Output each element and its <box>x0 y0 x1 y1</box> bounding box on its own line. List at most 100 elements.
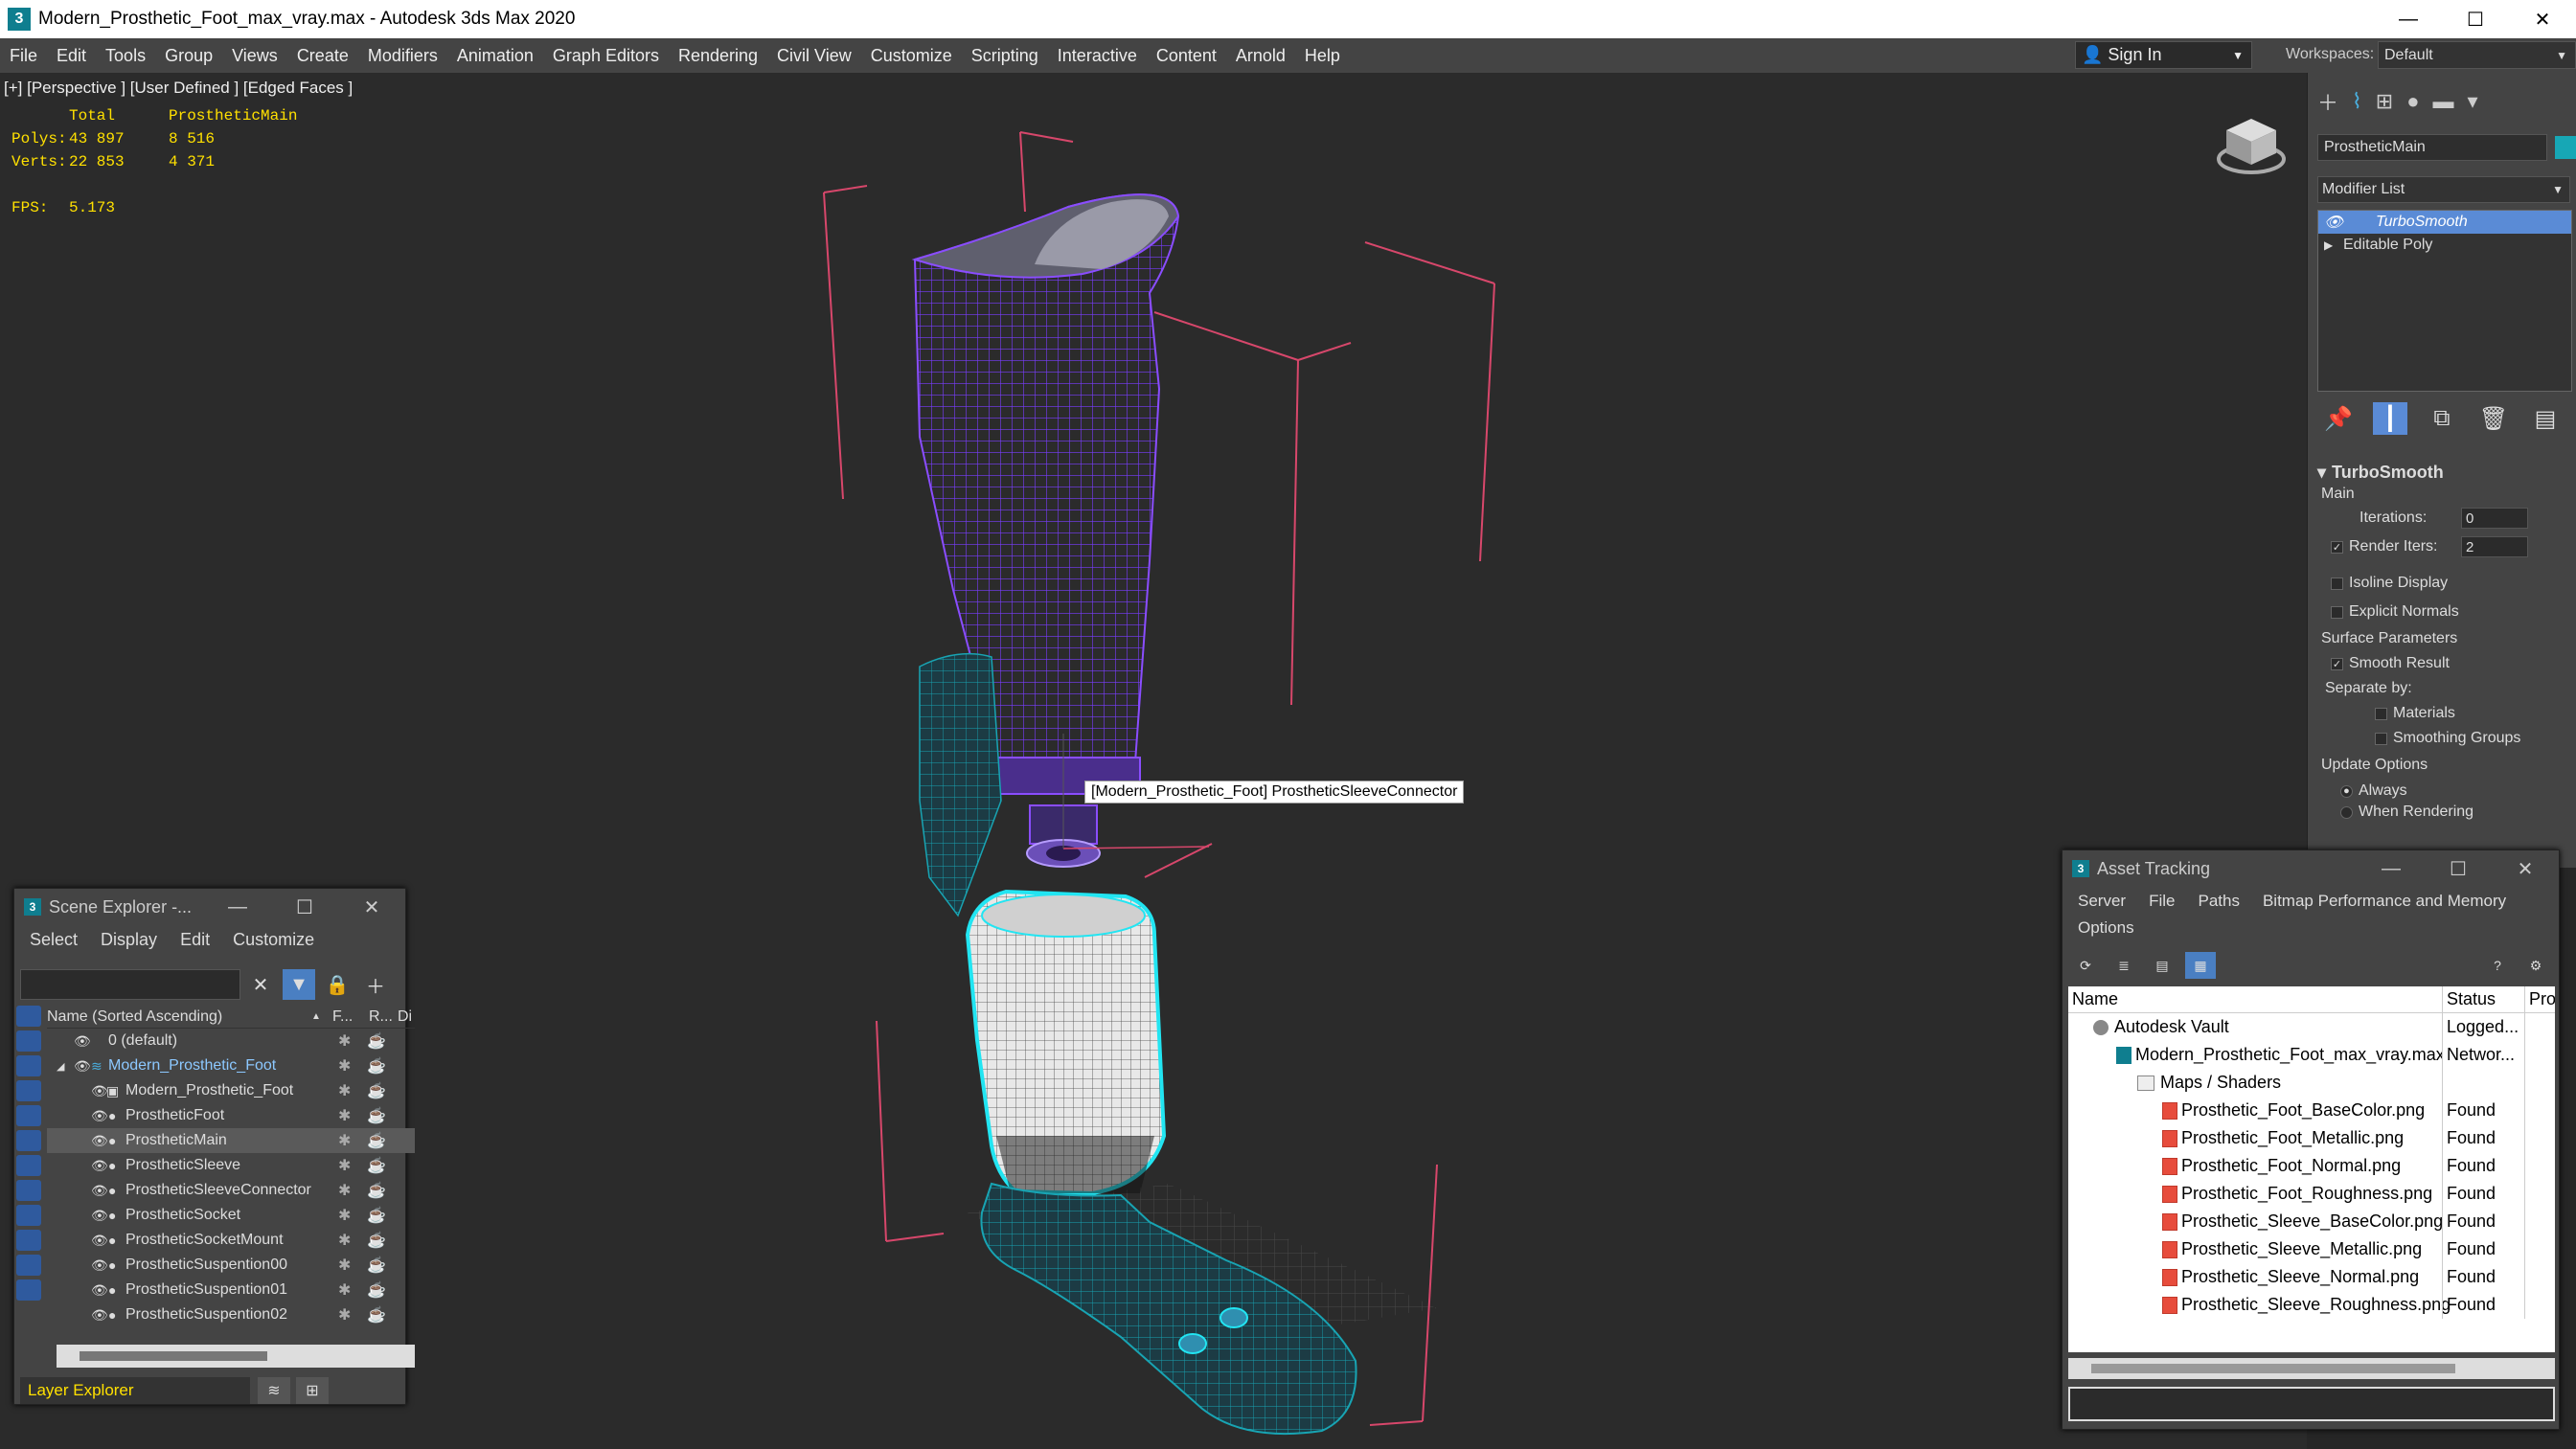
freeze-icon[interactable]: ✱ <box>338 1131 351 1150</box>
eye-icon[interactable]: 👁 <box>91 1233 108 1249</box>
freeze-icon[interactable]: ✱ <box>338 1081 351 1100</box>
freeze-icon[interactable]: ✱ <box>338 1231 351 1250</box>
lock-icon[interactable]: 🔒 <box>321 969 353 1000</box>
utilities-tab-icon[interactable]: ▾ <box>2468 89 2478 114</box>
menu-file[interactable]: File <box>0 46 47 66</box>
menu-select[interactable]: Select <box>18 930 89 950</box>
refresh-icon[interactable]: ⟳ <box>2070 952 2101 979</box>
tree-row-layer[interactable]: ◢ 👁 ≋ Modern_Prosthetic_Foot ✱ ☕ <box>47 1053 415 1078</box>
display-helpers-icon[interactable] <box>16 1105 41 1126</box>
tree-row-object[interactable]: 👁 ● ProstheticSuspention02 ✱ ☕ <box>47 1302 415 1327</box>
minimize-button[interactable]: — <box>2358 850 2425 887</box>
freeze-icon[interactable]: ✱ <box>338 1031 351 1051</box>
display-cameras-icon[interactable] <box>16 1080 41 1101</box>
asset-row-bitmap[interactable]: Prosthetic_Foot_Normal.png Found <box>2068 1152 2555 1180</box>
viewport-label[interactable]: [+] [Perspective ] [User Defined ] [Edge… <box>4 79 353 98</box>
freeze-icon[interactable]: ✱ <box>338 1256 351 1275</box>
render-teapot-icon[interactable]: ☕ <box>367 1031 386 1051</box>
maximize-button[interactable]: ☐ <box>2425 850 2492 887</box>
display-groups-icon[interactable] <box>16 1155 41 1176</box>
display-spacewarps-icon[interactable] <box>16 1130 41 1151</box>
tree-row-object-selected[interactable]: 👁 ● ProstheticMain ✱ ☕ <box>47 1128 415 1153</box>
freeze-icon[interactable]: ✱ <box>338 1181 351 1200</box>
menu-scripting[interactable]: Scripting <box>962 46 1048 66</box>
asset-row-folder[interactable]: Maps / Shaders <box>2068 1069 2555 1097</box>
add-layer-icon[interactable]: ＋ <box>359 969 392 1000</box>
display-tab-icon[interactable]: ▬ <box>2433 89 2454 114</box>
col-name-header[interactable]: Name <box>2072 989 2118 1009</box>
scene-horizontal-scrollbar[interactable] <box>57 1345 415 1368</box>
asset-tracking-titlebar[interactable]: 3 Asset Tracking — ☐ ✕ <box>2063 850 2559 887</box>
menu-server[interactable]: Server <box>2066 892 2137 911</box>
scrollbar-thumb[interactable] <box>80 1351 267 1361</box>
tree-row-object[interactable]: 👁 ● ProstheticSuspention00 ✱ ☕ <box>47 1253 415 1278</box>
make-unique-icon[interactable]: ⧉ <box>2425 402 2459 435</box>
tree-row-object[interactable]: 👁 ● ProstheticSocket ✱ ☕ <box>47 1203 415 1228</box>
menu-group[interactable]: Group <box>155 46 222 66</box>
materials-checkbox[interactable] <box>2375 707 2387 720</box>
object-color-swatch[interactable] <box>2555 136 2576 159</box>
eye-icon[interactable]: 👁 <box>74 1058 91 1075</box>
eye-icon[interactable]: 👁 <box>91 1307 108 1324</box>
asset-row-vault[interactable]: Autodesk Vault Logged... <box>2068 1013 2555 1041</box>
clear-search-icon[interactable]: ✕ <box>244 969 277 1000</box>
tree-view-icon[interactable]: ▦ <box>2185 952 2216 979</box>
menu-arnold[interactable]: Arnold <box>1226 46 1295 66</box>
eye-icon[interactable]: 👁 <box>74 1033 91 1050</box>
asset-row-bitmap[interactable]: Prosthetic_Sleeve_Roughness.png Found <box>2068 1291 2555 1319</box>
pin-stack-icon[interactable]: 📌 <box>2321 402 2356 435</box>
table-view-icon[interactable]: ▤ <box>2147 952 2177 979</box>
modifier-list-dropdown[interactable]: Modifier List ▼ <box>2317 176 2570 203</box>
asset-row-bitmap[interactable]: Prosthetic_Sleeve_Normal.png Found <box>2068 1263 2555 1291</box>
isoline-checkbox[interactable] <box>2331 577 2343 590</box>
always-radio[interactable]: ● <box>2340 784 2353 798</box>
eye-icon[interactable]: 👁 <box>91 1282 108 1299</box>
render-teapot-icon[interactable]: ☕ <box>367 1181 386 1200</box>
freeze-icon[interactable]: ✱ <box>338 1156 351 1175</box>
viewcube-icon[interactable] <box>2213 111 2290 183</box>
freeze-icon[interactable]: ✱ <box>338 1056 351 1075</box>
show-end-result-icon[interactable]: ┃ <box>2373 402 2407 435</box>
freeze-icon[interactable]: ✱ <box>338 1280 351 1300</box>
smooth-result-checkbox[interactable]: ✓ <box>2331 657 2343 670</box>
eye-icon[interactable]: 👁 <box>91 1133 108 1149</box>
menu-create[interactable]: Create <box>287 46 358 66</box>
motion-tab-icon[interactable]: ● <box>2406 89 2419 114</box>
scene-explorer-titlebar[interactable]: 3 Scene Explorer -... — ☐ ✕ <box>14 889 405 925</box>
eye-icon[interactable]: 👁 <box>91 1257 108 1274</box>
freeze-icon[interactable]: ✱ <box>338 1305 351 1324</box>
col-name-header[interactable]: Name (Sorted Ascending) <box>47 1008 222 1026</box>
menu-civil-view[interactable]: Civil View <box>767 46 861 66</box>
display-bones-icon[interactable] <box>16 1205 41 1226</box>
display-geometry-icon[interactable] <box>16 1006 41 1027</box>
menu-modifiers[interactable]: Modifiers <box>358 46 447 66</box>
close-button[interactable]: ✕ <box>338 889 405 925</box>
asset-path-input[interactable] <box>2068 1387 2555 1421</box>
asset-row-bitmap[interactable]: Prosthetic_Foot_Metallic.png Found <box>2068 1124 2555 1152</box>
configure-modifier-sets-icon[interactable]: ▤ <box>2528 402 2563 435</box>
minimize-button[interactable]: — <box>204 889 271 925</box>
smoothing-groups-checkbox[interactable] <box>2375 732 2387 745</box>
render-teapot-icon[interactable]: ☕ <box>367 1231 386 1250</box>
menu-display[interactable]: Display <box>89 930 169 950</box>
menu-views[interactable]: Views <box>222 46 287 66</box>
render-iters-checkbox[interactable]: ✓ <box>2331 540 2343 554</box>
freeze-icon[interactable]: ✱ <box>338 1206 351 1225</box>
when-rendering-radio[interactable] <box>2340 805 2353 819</box>
tree-row-object[interactable]: 👁 ● ProstheticFoot ✱ ☕ <box>47 1103 415 1128</box>
menu-rendering[interactable]: Rendering <box>669 46 767 66</box>
eye-icon[interactable]: 👁 <box>91 1158 108 1174</box>
col-pro-header[interactable]: Pro <box>2524 986 2555 1012</box>
settings-icon[interactable]: ⚙ <box>2520 952 2551 979</box>
render-teapot-icon[interactable]: ☕ <box>367 1081 386 1100</box>
render-teapot-icon[interactable]: ☕ <box>367 1280 386 1300</box>
tree-row-default-layer[interactable]: 👁 0 (default) ✱ ☕ <box>47 1029 415 1053</box>
col-freeze-header[interactable]: F... <box>332 1008 353 1026</box>
display-shapes-icon[interactable] <box>16 1030 41 1052</box>
eye-icon[interactable]: 👁 <box>91 1183 108 1199</box>
modify-tab-icon[interactable]: ⌇ <box>2352 89 2362 114</box>
col-render-header[interactable]: R... <box>369 1008 393 1026</box>
asset-row-bitmap[interactable]: Prosthetic_Sleeve_BaseColor.png Found <box>2068 1208 2555 1235</box>
asset-row-bitmap[interactable]: Prosthetic_Foot_BaseColor.png Found <box>2068 1097 2555 1124</box>
sign-in-dropdown[interactable]: 👤 Sign In ▼ <box>2075 41 2252 69</box>
